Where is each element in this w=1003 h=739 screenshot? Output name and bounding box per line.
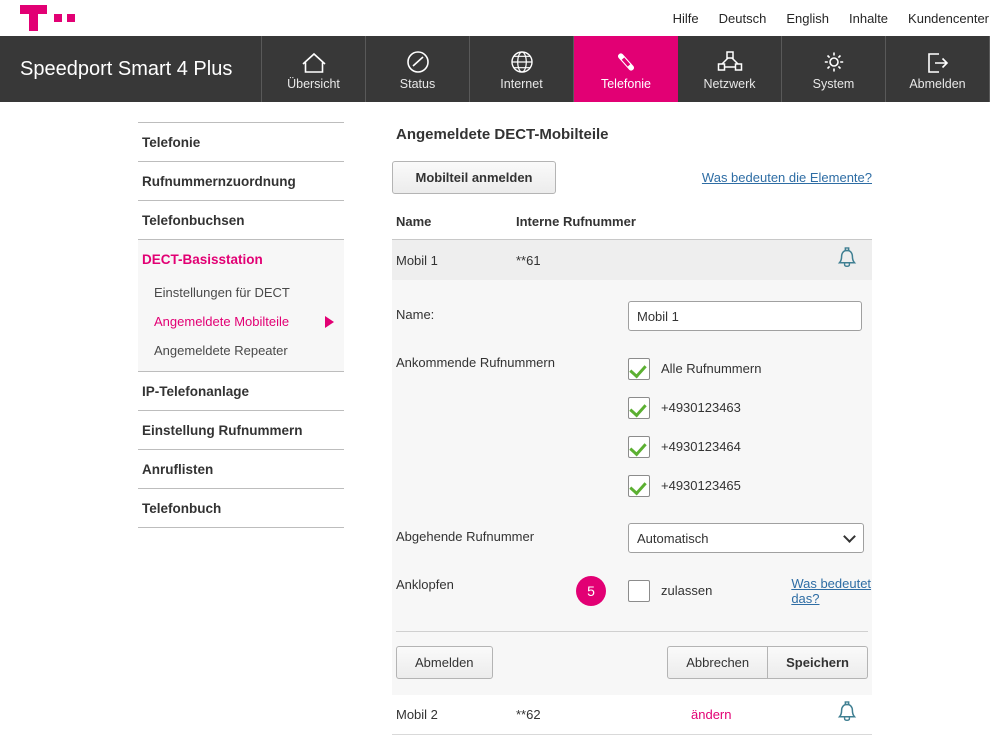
sidebar-item-telefonbuchsen[interactable]: Telefonbuchsen bbox=[138, 201, 344, 240]
row-name: Mobil 2 bbox=[396, 707, 438, 722]
step-badge-5: 5 bbox=[576, 576, 606, 606]
sidebar-item-anruflisten[interactable]: Anruflisten bbox=[138, 450, 344, 489]
checkbox-label: Alle Rufnummern bbox=[661, 361, 762, 376]
sidebar-item-dect-basisstation[interactable]: DECT-Basisstation bbox=[138, 240, 344, 278]
row-internal-number: **61 bbox=[516, 252, 541, 268]
outgoing-number-label: Abgehende Rufnummer bbox=[396, 529, 535, 544]
bell-icon[interactable] bbox=[836, 701, 858, 728]
form-row-incoming-numbers: Ankommende Rufnummern Alle Rufnummern +4… bbox=[392, 340, 872, 514]
checkbox-label: +4930123465 bbox=[661, 478, 741, 493]
checkbox-row-call-waiting: zulassen Was bedeutet das? bbox=[628, 571, 872, 610]
speedometer-icon bbox=[405, 48, 431, 74]
checkbox-number-1[interactable] bbox=[628, 396, 650, 419]
telekom-logo bbox=[20, 5, 86, 31]
nav-item-netzwerk[interactable]: Netzwerk bbox=[678, 36, 782, 102]
checkbox-row-number-3: +4930123465 bbox=[628, 466, 872, 505]
main-navigation: Speedport Smart 4 Plus Übersicht Status … bbox=[0, 36, 990, 102]
register-handset-button[interactable]: Mobilteil anmelden bbox=[392, 161, 556, 194]
table-row[interactable]: Mobil 2 **62 ändern bbox=[392, 695, 872, 735]
row-internal-number: **62 bbox=[516, 707, 541, 722]
sidebar-item-ip-telefonanlage[interactable]: IP-Telefonanlage bbox=[138, 372, 344, 411]
save-button[interactable]: Speichern bbox=[768, 646, 868, 679]
form-row-call-waiting: Anklopfen 5 zulassen Was bedeutet das? bbox=[392, 562, 872, 619]
outgoing-number-select[interactable]: Automatisch bbox=[628, 523, 864, 553]
table-header: Name Interne Rufnummer bbox=[392, 214, 872, 240]
checkbox-row-number-2: +4930123464 bbox=[628, 427, 872, 466]
top-link-deutsch[interactable]: Deutsch bbox=[719, 11, 767, 26]
deregister-button[interactable]: Abmelden bbox=[396, 646, 493, 679]
checkbox-call-waiting[interactable] bbox=[628, 579, 650, 602]
sidebar-subitem-einstellungen-fuer-dect[interactable]: Einstellungen für DECT bbox=[138, 278, 344, 307]
handset-edit-form: Name: Ankommende Rufnummern Alle Rufnumm… bbox=[392, 280, 872, 695]
row-name: Mobil 1 bbox=[396, 252, 438, 268]
nav-label-internet: Internet bbox=[500, 76, 543, 91]
form-row-name: Name: bbox=[392, 292, 872, 340]
top-link-english[interactable]: English bbox=[786, 11, 829, 26]
sidebar: Telefonie Rufnummernzuordnung Telefonbuc… bbox=[138, 122, 344, 528]
sidebar-item-telefonie[interactable]: Telefonie bbox=[138, 123, 344, 162]
name-label: Name: bbox=[396, 307, 435, 322]
sidebar-subitem-angemeldete-mobilteile[interactable]: Angemeldete Mobilteile bbox=[138, 307, 344, 336]
nav-label-telefonie: Telefonie bbox=[600, 76, 652, 91]
top-links: Hilfe Deutsch English Inhalte Kundencent… bbox=[673, 11, 989, 26]
top-link-inhalte[interactable]: Inhalte bbox=[849, 11, 888, 26]
home-icon bbox=[301, 48, 327, 74]
network-icon bbox=[717, 48, 743, 74]
form-primary-actions: Abbrechen 6 Speichern bbox=[667, 646, 868, 679]
panel-toolbar: Mobilteil anmelden Was bedeuten die Elem… bbox=[392, 161, 872, 194]
nav-label-abmelden: Abmelden bbox=[909, 76, 966, 91]
call-waiting-help-link[interactable]: Was bedeutet das? bbox=[791, 576, 872, 606]
bell-icon[interactable] bbox=[836, 246, 858, 274]
nav-label-status: Status bbox=[399, 76, 436, 91]
top-utility-bar: Hilfe Deutsch English Inhalte Kundencent… bbox=[0, 0, 1003, 36]
logout-icon bbox=[925, 48, 951, 74]
nav-label-uebersicht: Übersicht bbox=[287, 76, 340, 91]
nav-item-internet[interactable]: Internet bbox=[470, 36, 574, 102]
form-row-outgoing-number: Abgehende Rufnummer Automatisch bbox=[392, 514, 872, 562]
checkbox-row-alle-rufnummern: Alle Rufnummern bbox=[628, 349, 872, 388]
chevron-right-icon bbox=[325, 315, 334, 328]
sidebar-item-einstellung-rufnummern[interactable]: Einstellung Rufnummern bbox=[138, 411, 344, 450]
sidebar-item-telefonbuch[interactable]: Telefonbuch bbox=[138, 489, 344, 528]
checkbox-number-3[interactable] bbox=[628, 474, 650, 497]
content-panel: Angemeldete DECT-Mobilteile Mobilteil an… bbox=[392, 122, 872, 739]
table-row[interactable]: Mobil 3 **63 ändern bbox=[392, 735, 872, 739]
page-title: Angemeldete DECT-Mobilteile bbox=[396, 126, 609, 143]
column-header-name: Name bbox=[396, 214, 432, 229]
sidebar-submenu-dect: DECT-Basisstation Einstellungen für DECT… bbox=[138, 240, 344, 372]
checkbox-label: zulassen bbox=[661, 583, 713, 598]
nav-item-uebersicht[interactable]: Übersicht bbox=[262, 36, 366, 102]
device-title: Speedport Smart 4 Plus bbox=[0, 36, 262, 102]
nav-item-telefonie[interactable]: Telefonie bbox=[574, 36, 678, 102]
nav-item-abmelden[interactable]: Abmelden bbox=[886, 36, 990, 102]
checkbox-number-2[interactable] bbox=[628, 435, 650, 458]
checkbox-label: +4930123464 bbox=[661, 439, 741, 454]
sidebar-item-rufnummernzuordnung[interactable]: Rufnummernzuordnung bbox=[138, 162, 344, 201]
row-action-edit[interactable]: ändern bbox=[691, 707, 811, 722]
gear-icon bbox=[821, 48, 847, 74]
column-header-internal-number: Interne Rufnummer bbox=[516, 214, 636, 229]
globe-icon bbox=[509, 48, 535, 74]
phone-icon bbox=[613, 48, 639, 74]
top-link-kundencenter[interactable]: Kundencenter bbox=[908, 11, 989, 26]
top-link-hilfe[interactable]: Hilfe bbox=[673, 11, 699, 26]
form-actions: Abmelden Abbrechen 6 Speichern bbox=[396, 631, 868, 679]
app-page: Hilfe Deutsch English Inhalte Kundencent… bbox=[0, 0, 1003, 739]
nav-label-netzwerk: Netzwerk bbox=[703, 76, 756, 91]
outgoing-number-value: Automatisch bbox=[628, 523, 864, 553]
name-input[interactable] bbox=[628, 301, 862, 331]
nav-item-status[interactable]: Status bbox=[366, 36, 470, 102]
sidebar-subitem-label: Angemeldete Mobilteile bbox=[154, 314, 290, 329]
nav-label-system: System bbox=[812, 76, 855, 91]
cancel-button[interactable]: Abbrechen bbox=[667, 646, 769, 679]
checkbox-row-number-1: +4930123463 bbox=[628, 388, 872, 427]
sidebar-subitem-angemeldete-repeater[interactable]: Angemeldete Repeater bbox=[138, 336, 344, 365]
legend-help-link[interactable]: Was bedeuten die Elemente? bbox=[702, 170, 872, 185]
incoming-numbers-label: Ankommende Rufnummern bbox=[396, 355, 555, 370]
checkbox-label: +4930123463 bbox=[661, 400, 741, 415]
nav-item-system[interactable]: System bbox=[782, 36, 886, 102]
table-row[interactable]: Mobil 1 **61 bbox=[392, 240, 872, 280]
checkbox-alle-rufnummern[interactable] bbox=[628, 357, 650, 380]
